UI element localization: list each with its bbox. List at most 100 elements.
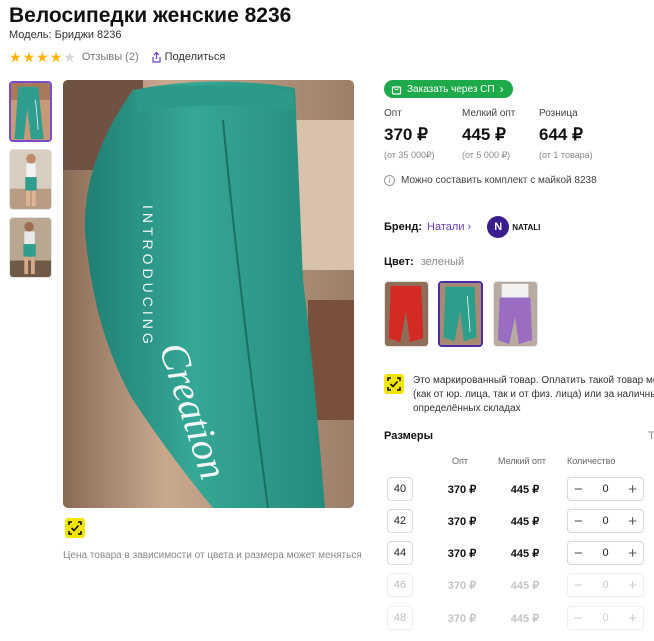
star-icon: ★ xyxy=(9,49,22,65)
chevron-right-icon: › xyxy=(499,82,504,96)
color-value: зеленый xyxy=(420,256,465,268)
price-retail: Розница 644 ₽ (от 1 товара) xyxy=(539,108,593,160)
reviews-link[interactable]: Отзывы (2) xyxy=(82,51,139,63)
sizes-table-link[interactable]: Т xyxy=(648,430,654,442)
quantity-stepper[interactable]: − 0 + xyxy=(567,541,644,565)
thumbnail-item[interactable] xyxy=(9,217,52,278)
marking-note-line: Это маркированный товар. Оплатить такой … xyxy=(413,375,654,386)
size-price-opt: 370 ₽ xyxy=(447,516,477,528)
kit-note-text: Можно составить комплект с майкой 8238 xyxy=(401,175,597,186)
size-label: 46 xyxy=(387,573,413,597)
price-wholesale: Опт 370 ₽ (от 35 000₽) xyxy=(384,108,435,161)
minus-button[interactable]: − xyxy=(574,546,583,561)
col-header-opt: Опт xyxy=(452,456,468,466)
col-header-small-opt: Мелкий опт xyxy=(498,456,547,466)
price-value: 644 ₽ xyxy=(539,125,583,144)
thumbnail-image xyxy=(10,150,51,209)
price-value: 370 ₽ xyxy=(384,125,428,144)
size-price-small-opt: 445 ₽ xyxy=(510,548,540,560)
plus-button: + xyxy=(628,576,637,594)
product-model: Модель: Бриджи 8236 xyxy=(9,29,122,41)
quantity-value[interactable]: 0 xyxy=(602,515,608,527)
thumbnail-image xyxy=(11,83,50,140)
marking-badge-icon xyxy=(65,518,85,538)
plus-button[interactable]: + xyxy=(628,482,637,497)
main-product-image[interactable]: INTRODUCING Creation xyxy=(63,80,354,508)
size-label: 44 xyxy=(387,541,413,565)
swatch-image xyxy=(385,282,428,346)
order-joint-purchase-button[interactable]: Заказать через СП › xyxy=(384,80,513,98)
thumbnail-list xyxy=(9,81,52,285)
size-row: 40 370 ₽ 445 ₽ − 0 + xyxy=(387,477,654,501)
quantity-value: 0 xyxy=(602,579,609,591)
thumbnail-item[interactable] xyxy=(9,81,52,142)
sizes-title: Размеры xyxy=(384,430,434,442)
price-label: Мелкий опт xyxy=(462,108,516,119)
minus-button[interactable]: − xyxy=(574,482,583,497)
thumbnail-item[interactable] xyxy=(9,149,52,210)
size-label: 48 xyxy=(387,606,413,630)
marking-note-line: (как от юр. лица, так и от физ. лица) ил… xyxy=(413,389,654,400)
brand-link[interactable]: Натали › xyxy=(427,221,471,233)
price-condition: (от 35 000₽) xyxy=(384,150,435,160)
size-row: 46 370 ₽ 445 ₽ − 0 + xyxy=(387,573,654,597)
marking-note: Это маркированный товар. Оплатить такой … xyxy=(413,374,654,416)
star-empty-icon: ★ xyxy=(63,49,76,65)
leggings-photo: INTRODUCING Creation xyxy=(63,80,354,508)
swatch-image xyxy=(440,283,481,345)
product-title: Велосипедки женские 8236 xyxy=(9,4,292,27)
quantity-stepper: − 0 + xyxy=(567,606,644,630)
price-label: Розница xyxy=(539,108,578,119)
size-price-small-opt: 445 ₽ xyxy=(510,613,540,625)
plus-button: + xyxy=(628,609,637,627)
star-icon: ★ xyxy=(22,49,36,65)
size-row: 42 370 ₽ 445 ₽ − 0 + xyxy=(387,509,654,533)
minus-button: − xyxy=(574,609,583,627)
price-label: Опт xyxy=(384,108,402,119)
plus-button[interactable]: + xyxy=(628,514,637,529)
order-button-label: Заказать через СП xyxy=(407,83,495,95)
share-label: Поделиться xyxy=(164,51,226,63)
kit-note: i Можно составить комплект с майкой 8238 xyxy=(384,175,597,186)
plus-button[interactable]: + xyxy=(628,546,637,561)
minus-button: − xyxy=(574,576,583,594)
swatch-image xyxy=(494,282,537,346)
quantity-value: 0 xyxy=(602,612,609,624)
size-price-opt: 370 ₽ xyxy=(447,548,477,560)
share-button[interactable]: Поделиться xyxy=(151,51,226,63)
minus-button[interactable]: − xyxy=(574,514,583,529)
rating-row: ★ ★ ★ ★ ★ Отзывы (2) Поделиться xyxy=(9,50,225,64)
color-swatch-purple[interactable] xyxy=(493,281,538,347)
marking-note-line: определённых складах xyxy=(413,403,521,414)
price-condition: (от 1 товара) xyxy=(539,150,593,160)
size-price-opt: 370 ₽ xyxy=(447,580,477,592)
brand-name: Натали xyxy=(427,221,465,233)
size-label: 40 xyxy=(387,477,413,501)
color-swatch-red[interactable] xyxy=(384,281,429,347)
color-swatch-green[interactable] xyxy=(438,281,483,347)
col-header-quantity: Количество xyxy=(567,456,616,466)
price-condition: (от 5 000 ₽) xyxy=(462,150,511,160)
quantity-stepper: − 0 + xyxy=(567,573,644,597)
quantity-stepper[interactable]: − 0 + xyxy=(567,509,644,533)
size-price-opt: 370 ₽ xyxy=(447,613,477,625)
quantity-stepper[interactable]: − 0 + xyxy=(567,477,644,501)
size-price-small-opt: 445 ₽ xyxy=(510,580,540,592)
size-row: 48 370 ₽ 445 ₽ − 0 + xyxy=(387,606,654,630)
quantity-value[interactable]: 0 xyxy=(602,483,608,495)
main-image-text: INTRODUCING xyxy=(140,205,156,348)
brand-label: Бренд: xyxy=(384,221,423,233)
color-label: Цвет: xyxy=(384,256,414,268)
size-price-small-opt: 445 ₽ xyxy=(510,484,540,496)
price-value: 445 ₽ xyxy=(462,125,506,144)
brand-logo[interactable]: N xyxy=(487,216,510,238)
star-icon: ★ xyxy=(49,49,63,65)
price-note: Цена товара в зависимости от цвета и раз… xyxy=(63,550,362,561)
quantity-value[interactable]: 0 xyxy=(602,547,608,559)
brand-row: Бренд: Натали › N NATALI xyxy=(384,216,540,238)
size-price-opt: 370 ₽ xyxy=(447,484,477,496)
thumbnail-image xyxy=(10,218,51,277)
color-row: Цвет: зеленый xyxy=(384,256,464,268)
size-price-small-opt: 445 ₽ xyxy=(510,516,540,528)
info-icon: i xyxy=(384,175,395,186)
